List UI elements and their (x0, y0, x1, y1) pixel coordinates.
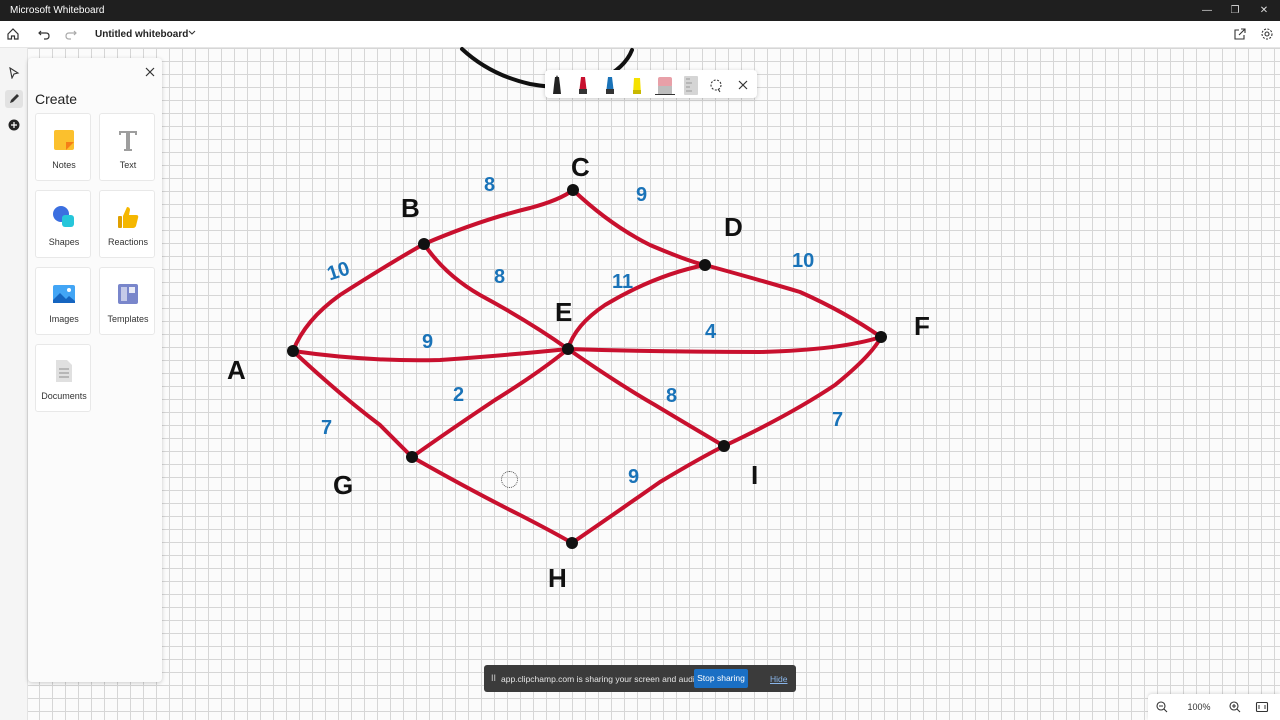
highlighter-icon[interactable] (630, 75, 644, 95)
add-icon[interactable] (5, 116, 23, 134)
eraser-icon[interactable] (655, 75, 675, 95)
thumbs-up-icon (118, 207, 139, 228)
edge-A-G (291, 349, 414, 459)
graph-nodes (287, 184, 887, 549)
node-labels: A B C D E F G H I (227, 152, 930, 593)
weight-A-B: 10 (325, 258, 353, 286)
panel-title: Create (35, 91, 78, 107)
zoom-level[interactable]: 100% (1187, 702, 1211, 712)
node-label-H: H (548, 563, 567, 593)
close-tray-icon[interactable] (736, 75, 750, 95)
weight-H-I: 9 (628, 466, 639, 488)
reactions-tile[interactable]: Reactions (99, 190, 155, 258)
pause-icon[interactable]: II (491, 673, 496, 683)
edge-E-D (566, 263, 707, 351)
edge-A-B (291, 242, 426, 353)
node-E (562, 343, 574, 355)
weight-I-F: 7 (832, 409, 843, 431)
image-icon (53, 285, 75, 303)
weight-B-C: 8 (484, 174, 495, 196)
node-label-D: D (724, 212, 743, 242)
lasso-select-icon[interactable] (709, 75, 723, 95)
node-A (287, 345, 299, 357)
fit-to-screen-icon[interactable] (1255, 700, 1269, 714)
left-rail (0, 48, 28, 720)
edge-H-I (570, 444, 726, 545)
tile-label: Text (119, 160, 137, 170)
node-label-G: G (333, 470, 353, 500)
node-D (699, 259, 711, 271)
weight-D-F: 10 (792, 250, 814, 272)
node-G (406, 451, 418, 463)
edge-G-H (410, 455, 574, 545)
text-tile[interactable]: Text (99, 113, 155, 181)
zoom-in-icon[interactable] (1228, 700, 1242, 714)
node-I (718, 440, 730, 452)
node-H (566, 537, 578, 549)
node-C (567, 184, 579, 196)
weight-E-I: 8 (666, 385, 677, 407)
graph-edges (291, 188, 883, 545)
share-message: app.clipchamp.com is sharing your screen… (501, 674, 702, 684)
notes-tile[interactable]: Notes (35, 113, 91, 181)
eraser-cursor (501, 471, 518, 488)
images-tile[interactable]: Images (35, 267, 91, 335)
shapes-tile[interactable]: Shapes (35, 190, 91, 258)
shapes-icon (53, 206, 74, 227)
node-label-F: F (914, 311, 930, 341)
sticky-note-icon (54, 130, 74, 150)
hide-link[interactable]: Hide (770, 674, 787, 684)
red-pen-icon[interactable] (576, 75, 590, 95)
stop-sharing-button[interactable]: Stop sharing (694, 669, 748, 688)
tile-label: Images (49, 314, 79, 324)
node-label-E: E (555, 297, 572, 327)
tile-label: Templates (107, 314, 149, 324)
weight-G-E: 2 (453, 384, 464, 406)
ruler-icon[interactable] (682, 75, 700, 95)
tile-label: Notes (52, 160, 76, 170)
create-panel: Create Notes Text Shapes Reactions Image… (28, 58, 162, 682)
node-F (875, 331, 887, 343)
graph-drawing: A B C D E F G H I 10 8 9 10 8 11 9 4 7 2… (227, 47, 930, 593)
node-label-I: I (751, 460, 758, 490)
edge-E-I (566, 347, 726, 448)
edge-E-F (566, 335, 883, 355)
text-icon (119, 131, 137, 151)
tile-label: Reactions (107, 237, 149, 247)
zoom-out-icon[interactable] (1155, 700, 1169, 714)
node-label-A: A (227, 355, 246, 385)
black-pen-icon[interactable] (550, 75, 564, 95)
weight-B-E: 8 (494, 266, 505, 288)
node-B (418, 238, 430, 250)
close-panel-icon[interactable] (143, 65, 157, 79)
weight-E-D: 11 (612, 271, 633, 293)
pen-tool-icon[interactable] (5, 90, 23, 108)
tile-label: Documents (41, 391, 87, 401)
edge-G-E (410, 347, 570, 459)
weight-E-F: 4 (705, 321, 717, 343)
select-pointer-icon[interactable] (5, 64, 23, 82)
weight-A-E: 9 (422, 331, 433, 353)
documents-tile[interactable]: Documents (35, 344, 91, 412)
tile-label: Shapes (48, 237, 80, 247)
document-icon (56, 360, 72, 382)
blue-pen-icon[interactable] (603, 75, 617, 95)
weight-C-D: 9 (636, 184, 647, 206)
weight-A-G: 7 (321, 417, 332, 439)
pen-tray (545, 70, 757, 98)
edge-D-F (703, 263, 883, 339)
screen-share-bar: II app.clipchamp.com is sharing your scr… (484, 665, 796, 692)
edge-B-C (422, 188, 575, 246)
edge-weight-labels: 10 8 9 10 8 11 9 4 7 2 8 7 9 (321, 174, 843, 488)
edge-B-E (422, 242, 570, 351)
zoom-bar: 100% (1148, 694, 1280, 720)
templates-icon (118, 284, 138, 304)
node-label-B: B (401, 193, 420, 223)
node-label-C: C (571, 152, 590, 182)
templates-tile[interactable]: Templates (99, 267, 155, 335)
